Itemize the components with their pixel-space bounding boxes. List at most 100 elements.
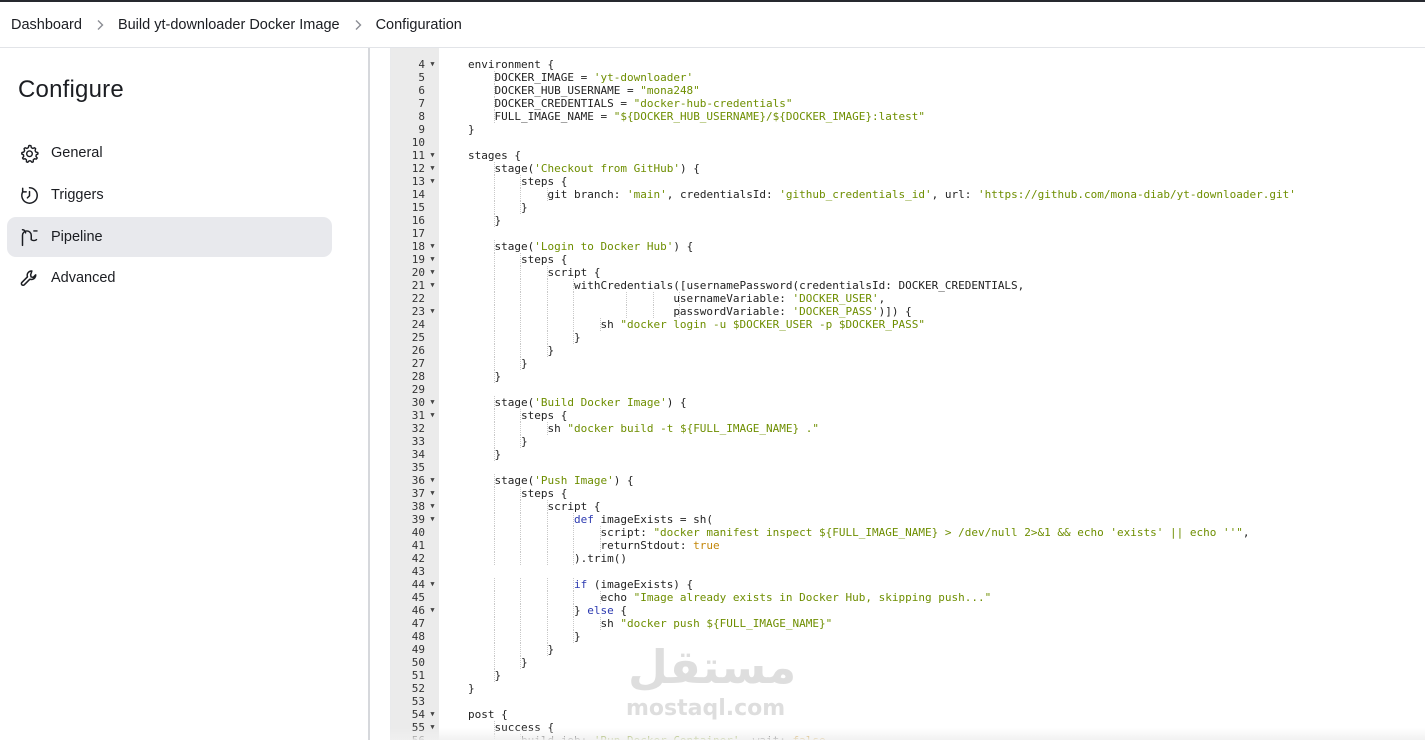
code-token: ) {: [666, 396, 687, 409]
code-line: 28 }: [391, 370, 1425, 383]
code-token: git branch:: [547, 188, 627, 201]
code-line: 39 ▼ def imageExists = sh(: [391, 513, 1425, 526]
code-line: 12 ▼ stage('Checkout from GitHub') {: [391, 162, 1425, 175]
code-token: post {: [468, 708, 508, 721]
code-line: 48 }: [391, 630, 1425, 643]
code-keyword: def: [573, 513, 594, 526]
code-text: }: [468, 344, 554, 357]
sidebar-item-advanced[interactable]: Advanced: [7, 258, 332, 298]
fold-toggle-icon[interactable]: ▼: [428, 513, 437, 526]
code-string: 'github_credentials_id': [779, 188, 932, 201]
fold-toggle-icon[interactable]: ▼: [428, 162, 437, 175]
code-token: {: [613, 604, 627, 617]
line-number: 37: [411, 487, 425, 500]
code-token: echo: [600, 591, 634, 604]
code-token: DOCKER_CREDENTIALS =: [494, 97, 634, 110]
breadcrumb-dashboard[interactable]: Dashboard: [11, 17, 82, 33]
code-token: stage(: [494, 162, 535, 175]
code-text: sh "docker login -u $DOCKER_USER -p $DOC…: [468, 318, 925, 331]
code-line: 9}: [391, 123, 1425, 136]
code-text: FULL_IMAGE_NAME = "${DOCKER_HUB_USERNAME…: [468, 110, 925, 123]
code-token: usernameVariable:: [673, 292, 793, 305]
line-number: 23: [411, 305, 425, 318]
fold-toggle-icon[interactable]: ▼: [428, 253, 437, 266]
code-line: 33 }: [391, 435, 1425, 448]
code-string: "mona248": [640, 84, 700, 97]
fold-toggle-icon[interactable]: ▼: [428, 279, 437, 292]
code-text: }: [468, 682, 475, 695]
code-text: DOCKER_IMAGE = 'yt-downloader': [468, 71, 694, 84]
line-number: 7: [418, 97, 425, 110]
breadcrumb-configuration[interactable]: Configuration: [376, 17, 462, 33]
fold-toggle-icon[interactable]: ▼: [428, 175, 437, 188]
sidebar-item-pipeline[interactable]: Pipeline: [7, 217, 332, 257]
fold-toggle-icon[interactable]: ▼: [428, 604, 437, 617]
pipeline-script-editor[interactable]: 4 ▼ environment {5 DOCKER_IMAGE = 'yt-down…: [390, 48, 1425, 740]
code-token: }: [494, 370, 502, 383]
line-number: 13: [411, 175, 425, 188]
code-token: sh: [547, 422, 568, 435]
code-text: DOCKER_CREDENTIALS = "docker-hub-credent…: [468, 97, 793, 110]
line-number: 32: [411, 422, 425, 435]
fold-toggle-icon[interactable]: ▼: [428, 240, 437, 253]
code-text: }: [468, 201, 528, 214]
code-text: stages {: [468, 149, 521, 162]
code-token: }: [468, 682, 475, 695]
fold-toggle-icon[interactable]: ▼: [428, 487, 437, 500]
code-string: "docker-hub-credentials": [633, 97, 793, 110]
line-number: 42: [411, 552, 425, 565]
code-line: 7 DOCKER_CREDENTIALS = "docker-hub-crede…: [391, 97, 1425, 110]
code-token: FULL_IMAGE_NAME =: [494, 110, 614, 123]
code-token: )]) {: [878, 305, 912, 318]
code-line: 50 }: [391, 656, 1425, 669]
fold-toggle-icon[interactable]: ▼: [428, 58, 437, 71]
sidebar-item-triggers[interactable]: Triggers: [7, 175, 332, 215]
fold-toggle-icon[interactable]: ▼: [428, 305, 437, 318]
code-line: 6 DOCKER_HUB_USERNAME = "mona248": [391, 84, 1425, 97]
fold-toggle-icon[interactable]: ▼: [428, 409, 437, 422]
code-boolean: true: [693, 539, 720, 552]
code-line: 29: [391, 383, 1425, 396]
code-token: stage(: [494, 396, 535, 409]
code-line: 32 sh "docker build -t ${FULL_IMAGE_NAME…: [391, 422, 1425, 435]
code-line: 14 git branch: 'main', credentialsId: 'g…: [391, 188, 1425, 201]
code-text: script {: [468, 266, 600, 279]
fold-toggle-icon[interactable]: ▼: [428, 500, 437, 513]
sidebar-item-label: Advanced: [51, 270, 116, 286]
breadcrumb-job[interactable]: Build yt-downloader Docker Image: [118, 17, 340, 33]
line-number: 36: [411, 474, 425, 487]
code-token: }: [468, 123, 475, 136]
code-line: 45 echo "Image already exists in Docker …: [391, 591, 1425, 604]
line-number: 11: [411, 149, 425, 162]
line-number: 28: [411, 370, 425, 383]
code-token: ,: [878, 292, 886, 305]
code-line: 46 ▼ } else {: [391, 604, 1425, 617]
line-number: 9: [418, 123, 425, 136]
sidebar-item-general[interactable]: General: [7, 133, 332, 173]
code-text: steps {: [468, 253, 567, 266]
code-token: stages {: [468, 149, 521, 162]
code-token: ) {: [673, 240, 694, 253]
code-line: 22 usernameVariable: 'DOCKER_USER',: [391, 292, 1425, 305]
fold-toggle-icon[interactable]: ▼: [428, 396, 437, 409]
fold-toggle-icon[interactable]: ▼: [428, 474, 437, 487]
fold-toggle-icon[interactable]: ▼: [428, 708, 437, 721]
code-string: 'https://github.com/mona-diab/yt-downloa…: [978, 188, 1296, 201]
code-line: 44 ▼ if (imageExists) {: [391, 578, 1425, 591]
line-number: 39: [411, 513, 425, 526]
line-number: 5: [418, 71, 425, 84]
code-text: steps {: [468, 487, 567, 500]
fold-toggle-icon[interactable]: ▼: [428, 266, 437, 279]
fold-toggle-icon[interactable]: ▼: [428, 149, 437, 162]
code-token: DOCKER_HUB_USERNAME =: [494, 84, 641, 97]
code-line: 37 ▼ steps {: [391, 487, 1425, 500]
line-number: 34: [411, 448, 425, 461]
line-number: 21: [411, 279, 425, 292]
code-string: 'Push Image': [534, 474, 614, 487]
code-token: steps {: [520, 175, 568, 188]
line-number: 49: [411, 643, 425, 656]
fold-toggle-icon[interactable]: ▼: [428, 578, 437, 591]
code-string: "${DOCKER_HUB_USERNAME}/${DOCKER_IMAGE}:…: [613, 110, 925, 123]
code-line: 53: [391, 695, 1425, 708]
